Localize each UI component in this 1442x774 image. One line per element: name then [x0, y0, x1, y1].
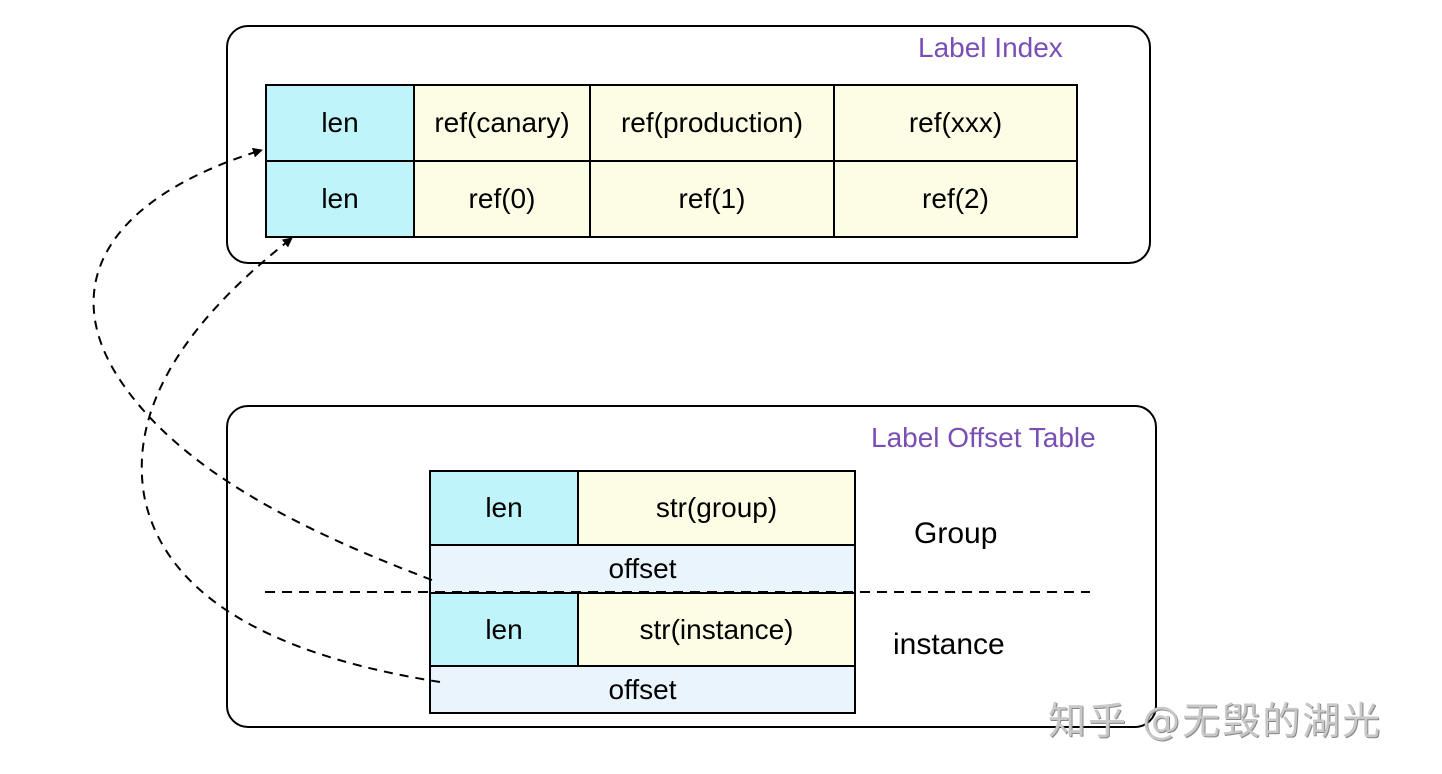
connectors-layer: [92, 147, 1090, 683]
watermark: 知乎 @无毁的湖光: [1048, 699, 1383, 743]
arrow-group-offset-to-len: [92, 147, 433, 581]
arrow-instance-offset-to-len: [140, 237, 441, 683]
